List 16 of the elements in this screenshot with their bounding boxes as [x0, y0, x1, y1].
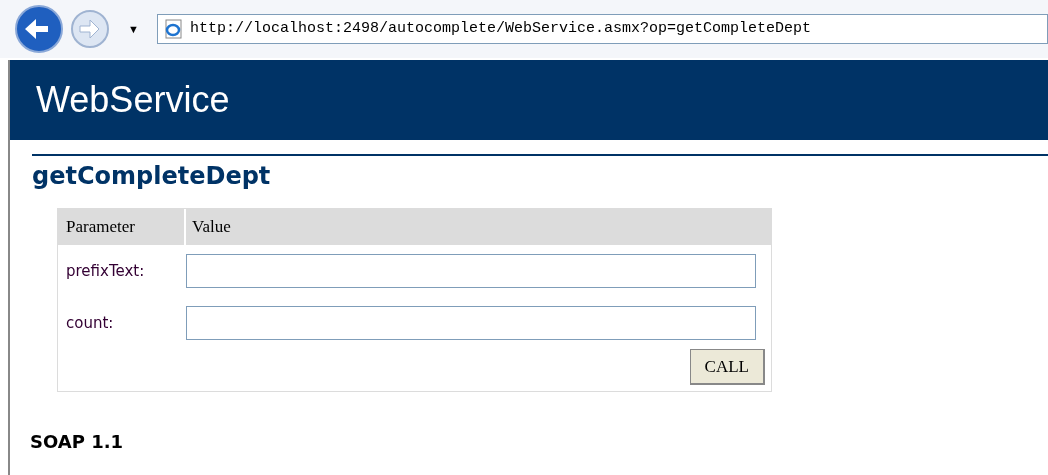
page-icon — [163, 19, 184, 39]
input-field[interactable] — [186, 254, 756, 288]
url-text: http://localhost:2498/autocomplete/WebService.asmx?op=getCompleteDept — [189, 18, 811, 39]
operation-title: getCompleteDept — [32, 161, 272, 192]
address-bar[interactable]: http://localhost:2498/autocomplete/WebService.asmx?op=getCompleteDept — [156, 14, 1048, 44]
parameter-label: prefixText: — [65, 260, 146, 282]
forward-button[interactable] — [70, 9, 110, 49]
input-field[interactable] — [186, 306, 756, 340]
column-header: Parameter — [58, 209, 186, 245]
header-title: WebService — [36, 78, 230, 122]
call-button[interactable]: CALL — [689, 349, 765, 385]
back-button[interactable] — [14, 4, 64, 54]
column-header: Value — [191, 216, 231, 239]
parameter-label: count: — [65, 312, 115, 334]
section-heading: SOAP 1.1 — [30, 430, 125, 454]
history-dropdown[interactable]: ▼ — [128, 20, 139, 38]
